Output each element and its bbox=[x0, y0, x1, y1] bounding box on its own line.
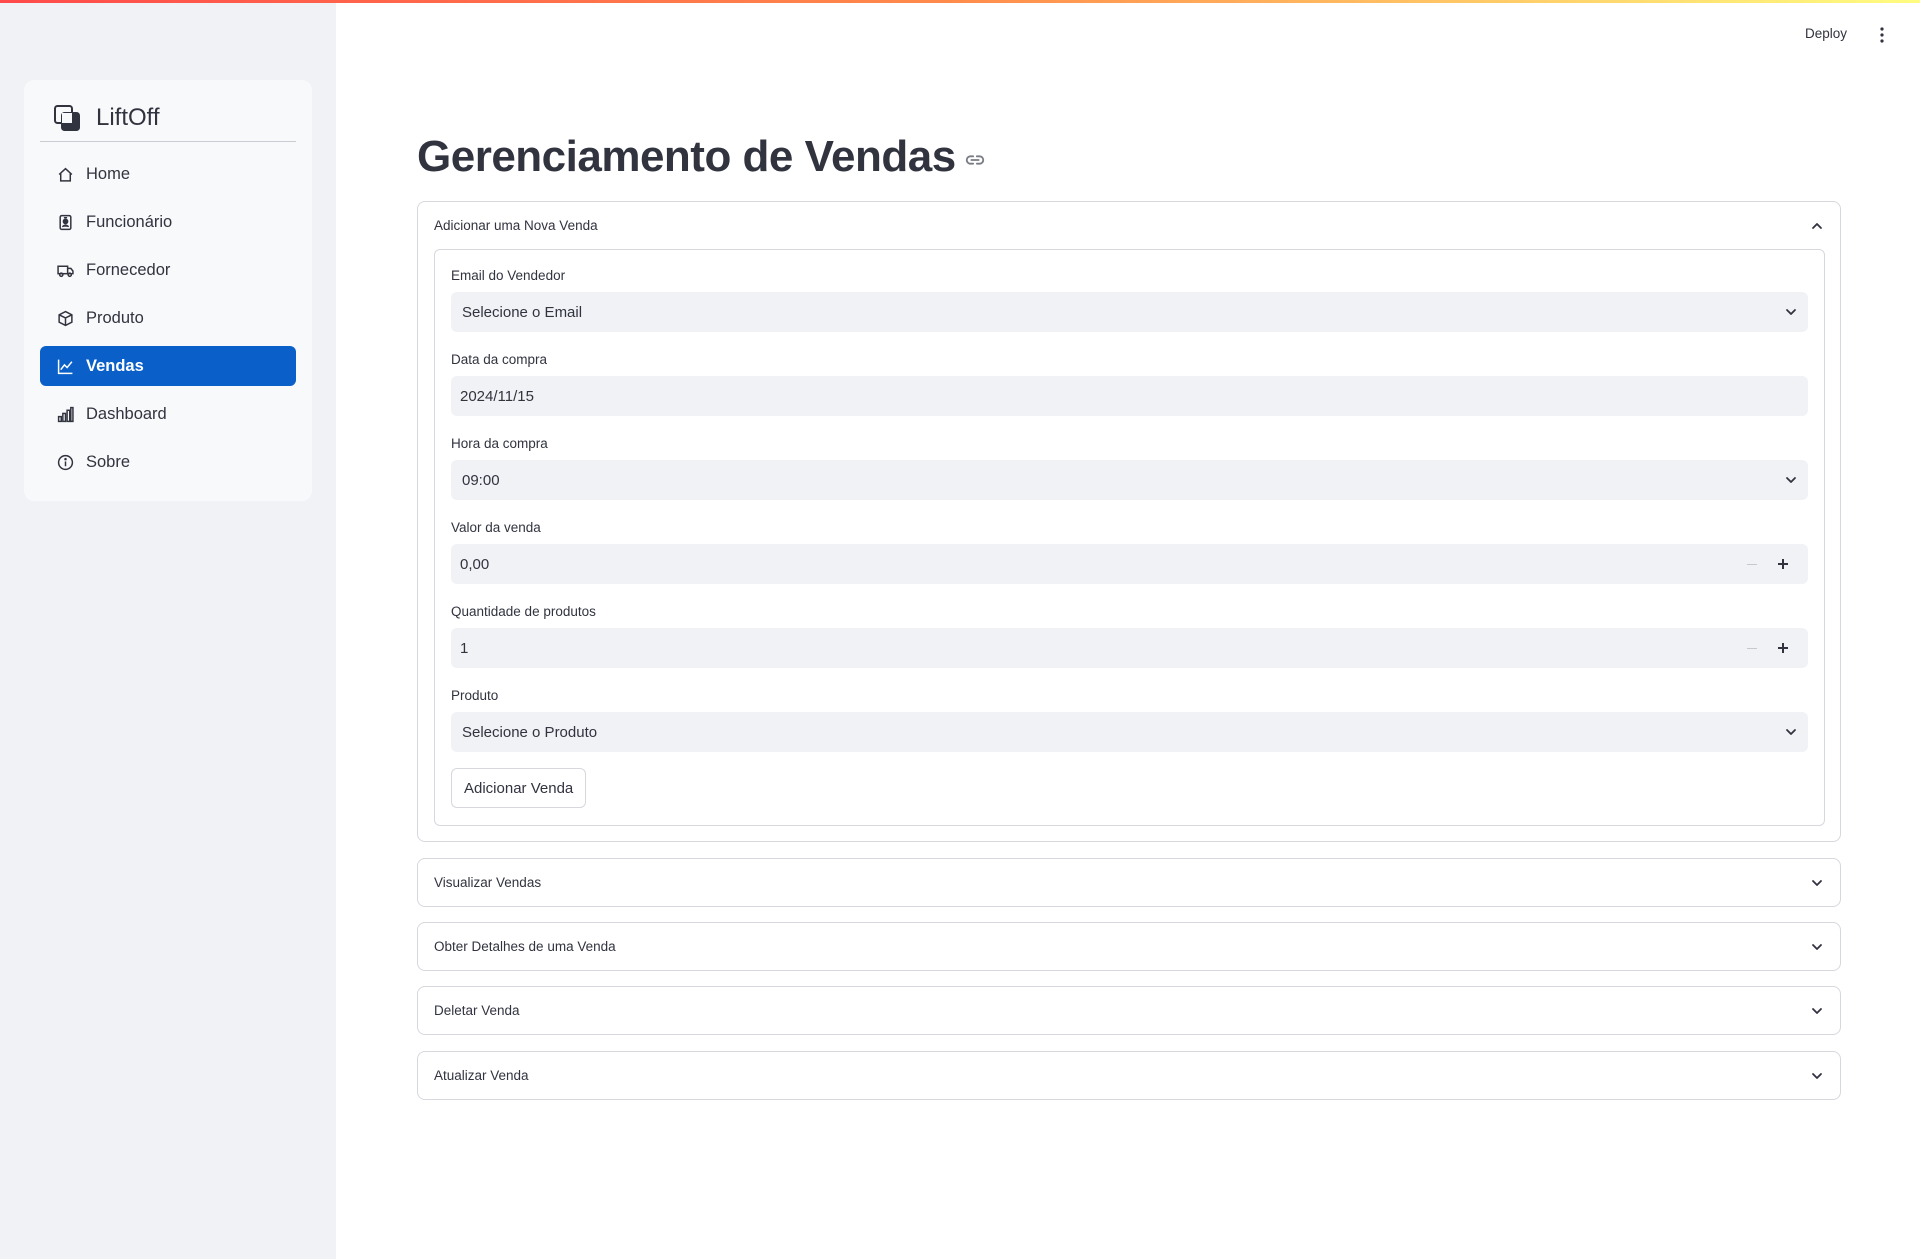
more-options-icon[interactable] bbox=[1876, 26, 1888, 44]
value-input-value: 0,00 bbox=[460, 555, 490, 573]
email-label: Email do Vendedor bbox=[451, 268, 566, 283]
quantity-number-input[interactable]: 1 bbox=[451, 628, 1808, 668]
stack-icon bbox=[54, 104, 80, 131]
date-input-value: 2024/11/15 bbox=[460, 387, 534, 405]
sidebar-item-dashboard[interactable]: Dashboard bbox=[40, 394, 296, 434]
time-select[interactable]: 09:00 bbox=[451, 460, 1808, 500]
info-circle-icon bbox=[56, 453, 74, 471]
bar-chart-icon bbox=[56, 405, 74, 423]
increment-button[interactable] bbox=[1768, 638, 1798, 658]
email-select-value: Selecione o Email bbox=[462, 303, 583, 321]
option-menu: LiftOff Home Funcionário Fornecedor Prod… bbox=[24, 80, 312, 501]
date-input[interactable]: 2024/11/15 bbox=[451, 376, 1808, 416]
chevron-down-icon bbox=[1786, 309, 1796, 315]
deploy-button[interactable]: Deploy bbox=[1805, 26, 1847, 41]
expander-title: Obter Detalhes de uma Venda bbox=[434, 939, 616, 954]
value-label: Valor da venda bbox=[451, 520, 541, 535]
add-sale-button[interactable]: Adicionar Venda bbox=[451, 768, 587, 808]
quantity-stepper bbox=[1738, 638, 1798, 658]
time-select-value: 09:00 bbox=[462, 471, 500, 489]
expander-add-sale: Adicionar uma Nova Venda Email do Vended… bbox=[417, 201, 1841, 842]
increment-button[interactable] bbox=[1768, 554, 1798, 574]
product-label: Produto bbox=[451, 688, 499, 703]
graph-up-icon bbox=[56, 357, 74, 375]
sidebar-item-label: Sobre bbox=[86, 452, 131, 471]
sidebar-item-label: Dashboard bbox=[86, 404, 167, 423]
chevron-up-icon bbox=[1812, 222, 1822, 229]
sidebar-item-vendas[interactable]: Vendas bbox=[40, 346, 296, 386]
decrement-button[interactable] bbox=[1738, 554, 1768, 574]
value-number-input[interactable]: 0,00 bbox=[451, 544, 1808, 584]
expander-sale-details: Obter Detalhes de uma Venda bbox=[417, 922, 1841, 971]
sidebar-item-funcionario[interactable]: Funcionário bbox=[40, 202, 296, 242]
value-stepper bbox=[1738, 554, 1798, 574]
expander-view-sales: Visualizar Vendas bbox=[417, 858, 1841, 907]
chevron-down-icon bbox=[1812, 879, 1822, 886]
sidebar-item-fornecedor[interactable]: Fornecedor bbox=[40, 250, 296, 290]
sidebar-item-sobre[interactable]: Sobre bbox=[40, 442, 296, 482]
email-select[interactable]: Selecione o Email bbox=[451, 292, 1808, 332]
add-sale-form: Email do Vendedor Selecione o Email Data… bbox=[434, 249, 1825, 826]
expander-title: Visualizar Vendas bbox=[434, 875, 542, 890]
expander-header-delete-sale[interactable]: Deletar Venda bbox=[418, 987, 1840, 1034]
anchor-link-icon[interactable] bbox=[964, 149, 986, 171]
sidebar-item-home[interactable]: Home bbox=[40, 154, 296, 194]
top-decoration-bar bbox=[0, 0, 1920, 3]
expander-header-update-sale[interactable]: Atualizar Venda bbox=[418, 1052, 1840, 1099]
expander-title: Atualizar Venda bbox=[434, 1068, 529, 1083]
sidebar-item-produto[interactable]: Produto bbox=[40, 298, 296, 338]
expander-delete-sale: Deletar Venda bbox=[417, 986, 1841, 1035]
expander-update-sale: Atualizar Venda bbox=[417, 1051, 1841, 1100]
decrement-button[interactable] bbox=[1738, 638, 1768, 658]
expander-header-view-sales[interactable]: Visualizar Vendas bbox=[418, 859, 1840, 906]
sidebar: LiftOff Home Funcionário Fornecedor Prod… bbox=[0, 0, 336, 1259]
sidebar-item-label: Produto bbox=[86, 308, 144, 327]
menu-brand: LiftOff bbox=[40, 94, 296, 142]
expander-title: Deletar Venda bbox=[434, 1003, 520, 1018]
sidebar-item-label: Funcionário bbox=[86, 212, 173, 231]
date-label: Data da compra bbox=[451, 352, 548, 367]
brand-title: LiftOff bbox=[96, 103, 160, 131]
truck-icon bbox=[56, 261, 74, 279]
sidebar-item-label: Fornecedor bbox=[86, 260, 171, 279]
product-select-value: Selecione o Produto bbox=[462, 723, 598, 741]
chevron-down-icon bbox=[1812, 943, 1822, 950]
house-icon bbox=[56, 165, 74, 183]
chevron-down-icon bbox=[1812, 1072, 1822, 1079]
quantity-input-value: 1 bbox=[460, 639, 469, 657]
chevron-down-icon bbox=[1786, 729, 1796, 735]
expander-title: Adicionar uma Nova Venda bbox=[434, 218, 598, 233]
quantity-label: Quantidade de produtos bbox=[451, 604, 596, 619]
chevron-down-icon bbox=[1812, 1007, 1822, 1014]
expander-header-sale-details[interactable]: Obter Detalhes de uma Venda bbox=[418, 923, 1840, 970]
menu-list: Home Funcionário Fornecedor Produto Vend… bbox=[40, 154, 296, 490]
sidebar-item-label: Vendas bbox=[86, 356, 144, 375]
box-icon bbox=[56, 309, 74, 327]
page-title-text: Gerenciamento de Vendas bbox=[417, 132, 956, 181]
person-badge-icon bbox=[56, 213, 74, 231]
sidebar-item-label: Home bbox=[86, 164, 131, 183]
chevron-down-icon bbox=[1786, 477, 1796, 483]
time-label: Hora da compra bbox=[451, 436, 548, 451]
product-select[interactable]: Selecione o Produto bbox=[451, 712, 1808, 752]
expander-header-add-sale[interactable]: Adicionar uma Nova Venda bbox=[418, 202, 1840, 249]
page-title: Gerenciamento de Vendas bbox=[417, 132, 986, 182]
